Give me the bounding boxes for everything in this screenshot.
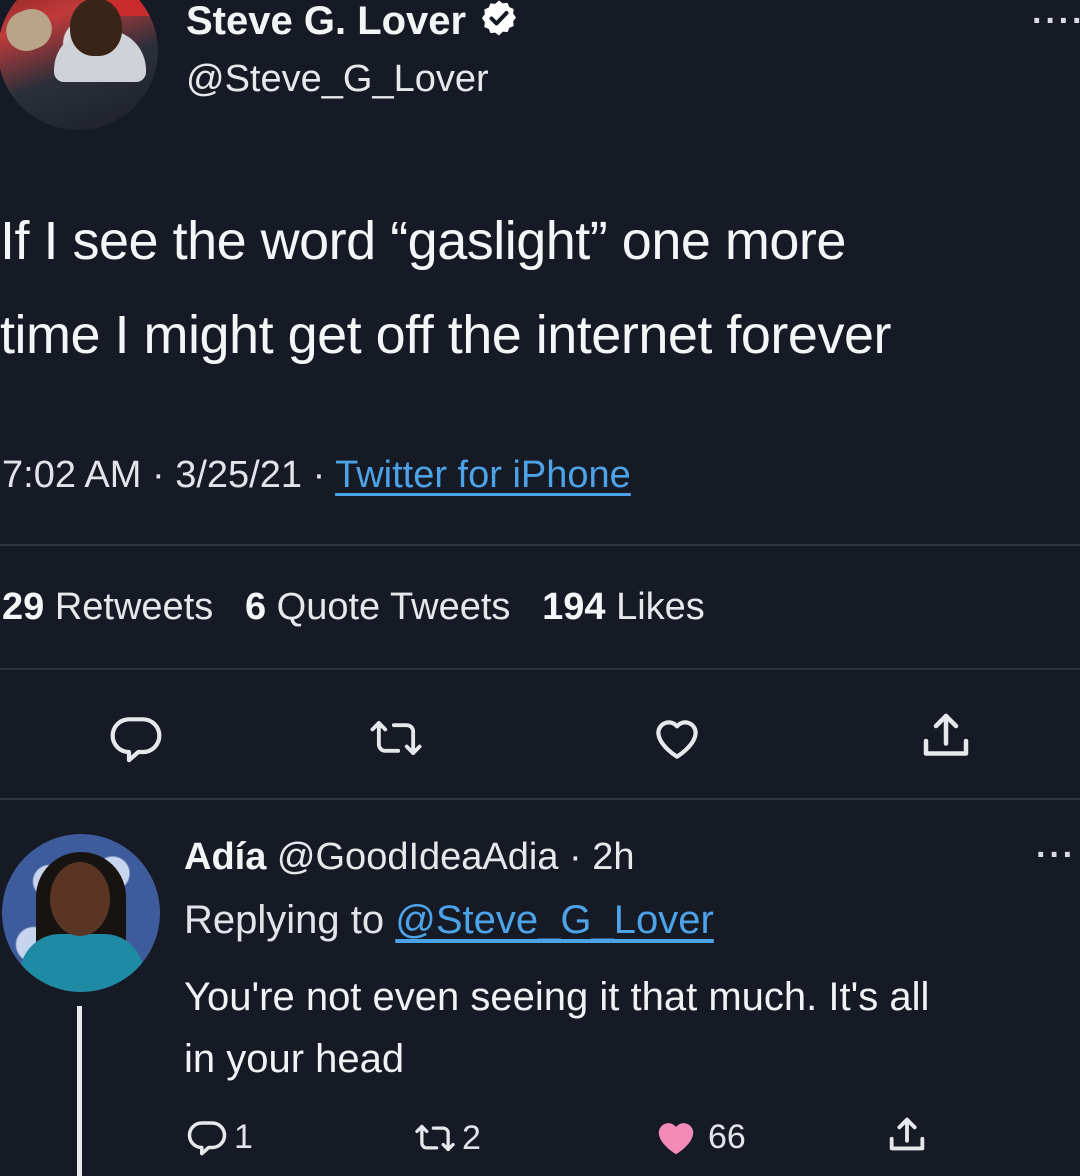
divider bbox=[0, 668, 1080, 670]
reply-author-handle[interactable]: @GoodIdeaAdia bbox=[277, 836, 559, 878]
replying-to: Replying to @Steve_G_Lover bbox=[184, 898, 714, 942]
author-handle[interactable]: @Steve_G_Lover bbox=[186, 58, 489, 101]
tweet-source-link[interactable]: Twitter for iPhone bbox=[335, 454, 631, 496]
retweet-icon bbox=[412, 1118, 458, 1158]
tweet-meta: 7:02 AM · 3/25/21 · Twitter for iPhone bbox=[2, 454, 631, 496]
reply-author-avatar[interactable] bbox=[2, 834, 160, 992]
reply-header: Adía @GoodIdeaAdia · 2h bbox=[184, 836, 635, 878]
reply-text: You're not even seeing it that much. It'… bbox=[184, 966, 1080, 1090]
tweet-date: 3/25/21 bbox=[175, 454, 302, 496]
retweet-icon[interactable] bbox=[366, 712, 426, 764]
retweets-stat[interactable]: 29 Retweets bbox=[2, 586, 213, 628]
more-icon[interactable]: ···· bbox=[1032, 2, 1080, 41]
divider bbox=[0, 544, 1080, 546]
like-filled-icon bbox=[652, 1114, 700, 1160]
share-icon[interactable] bbox=[884, 1112, 930, 1158]
tweet-time: 7:02 AM bbox=[2, 454, 142, 496]
reply-text-line: in your head bbox=[184, 1037, 405, 1081]
verified-badge-icon bbox=[479, 0, 519, 38]
reply-count: 1 bbox=[234, 1117, 253, 1156]
reply-action-retweet[interactable]: 2 bbox=[412, 1118, 481, 1158]
reply-text-line: You're not even seeing it that much. It'… bbox=[184, 975, 930, 1019]
like-count: 66 bbox=[708, 1117, 746, 1156]
author-name[interactable]: Steve G. Lover bbox=[186, 0, 519, 44]
reply-more-icon[interactable]: ··· bbox=[1036, 836, 1076, 875]
thread-line bbox=[77, 1006, 82, 1176]
share-icon[interactable] bbox=[916, 706, 976, 766]
reply-action-like[interactable]: 66 bbox=[652, 1114, 746, 1160]
like-icon[interactable] bbox=[648, 710, 706, 766]
tweet-text: If I see the word “gaslight” one more ti… bbox=[0, 194, 1080, 382]
tweet-text-line: time I might get off the internet foreve… bbox=[0, 305, 891, 365]
retweet-count: 2 bbox=[462, 1118, 481, 1157]
divider bbox=[0, 798, 1080, 800]
reply-icon bbox=[186, 1116, 228, 1158]
tweet-text-line: If I see the word “gaslight” one more bbox=[0, 211, 846, 271]
replying-to-link[interactable]: @Steve_G_Lover bbox=[395, 898, 714, 942]
reply-icon[interactable] bbox=[108, 710, 164, 766]
tweet-stats: 29 Retweets 6 Quote Tweets 194 Likes bbox=[2, 586, 705, 629]
likes-stat[interactable]: 194 Likes bbox=[542, 586, 705, 628]
author-avatar[interactable] bbox=[0, 0, 158, 130]
reply-author-name[interactable]: Adía bbox=[184, 836, 266, 878]
reply-age: 2h bbox=[592, 836, 635, 878]
reply-action-reply[interactable]: 1 bbox=[186, 1116, 253, 1158]
quote-tweets-stat[interactable]: 6 Quote Tweets bbox=[245, 586, 510, 628]
